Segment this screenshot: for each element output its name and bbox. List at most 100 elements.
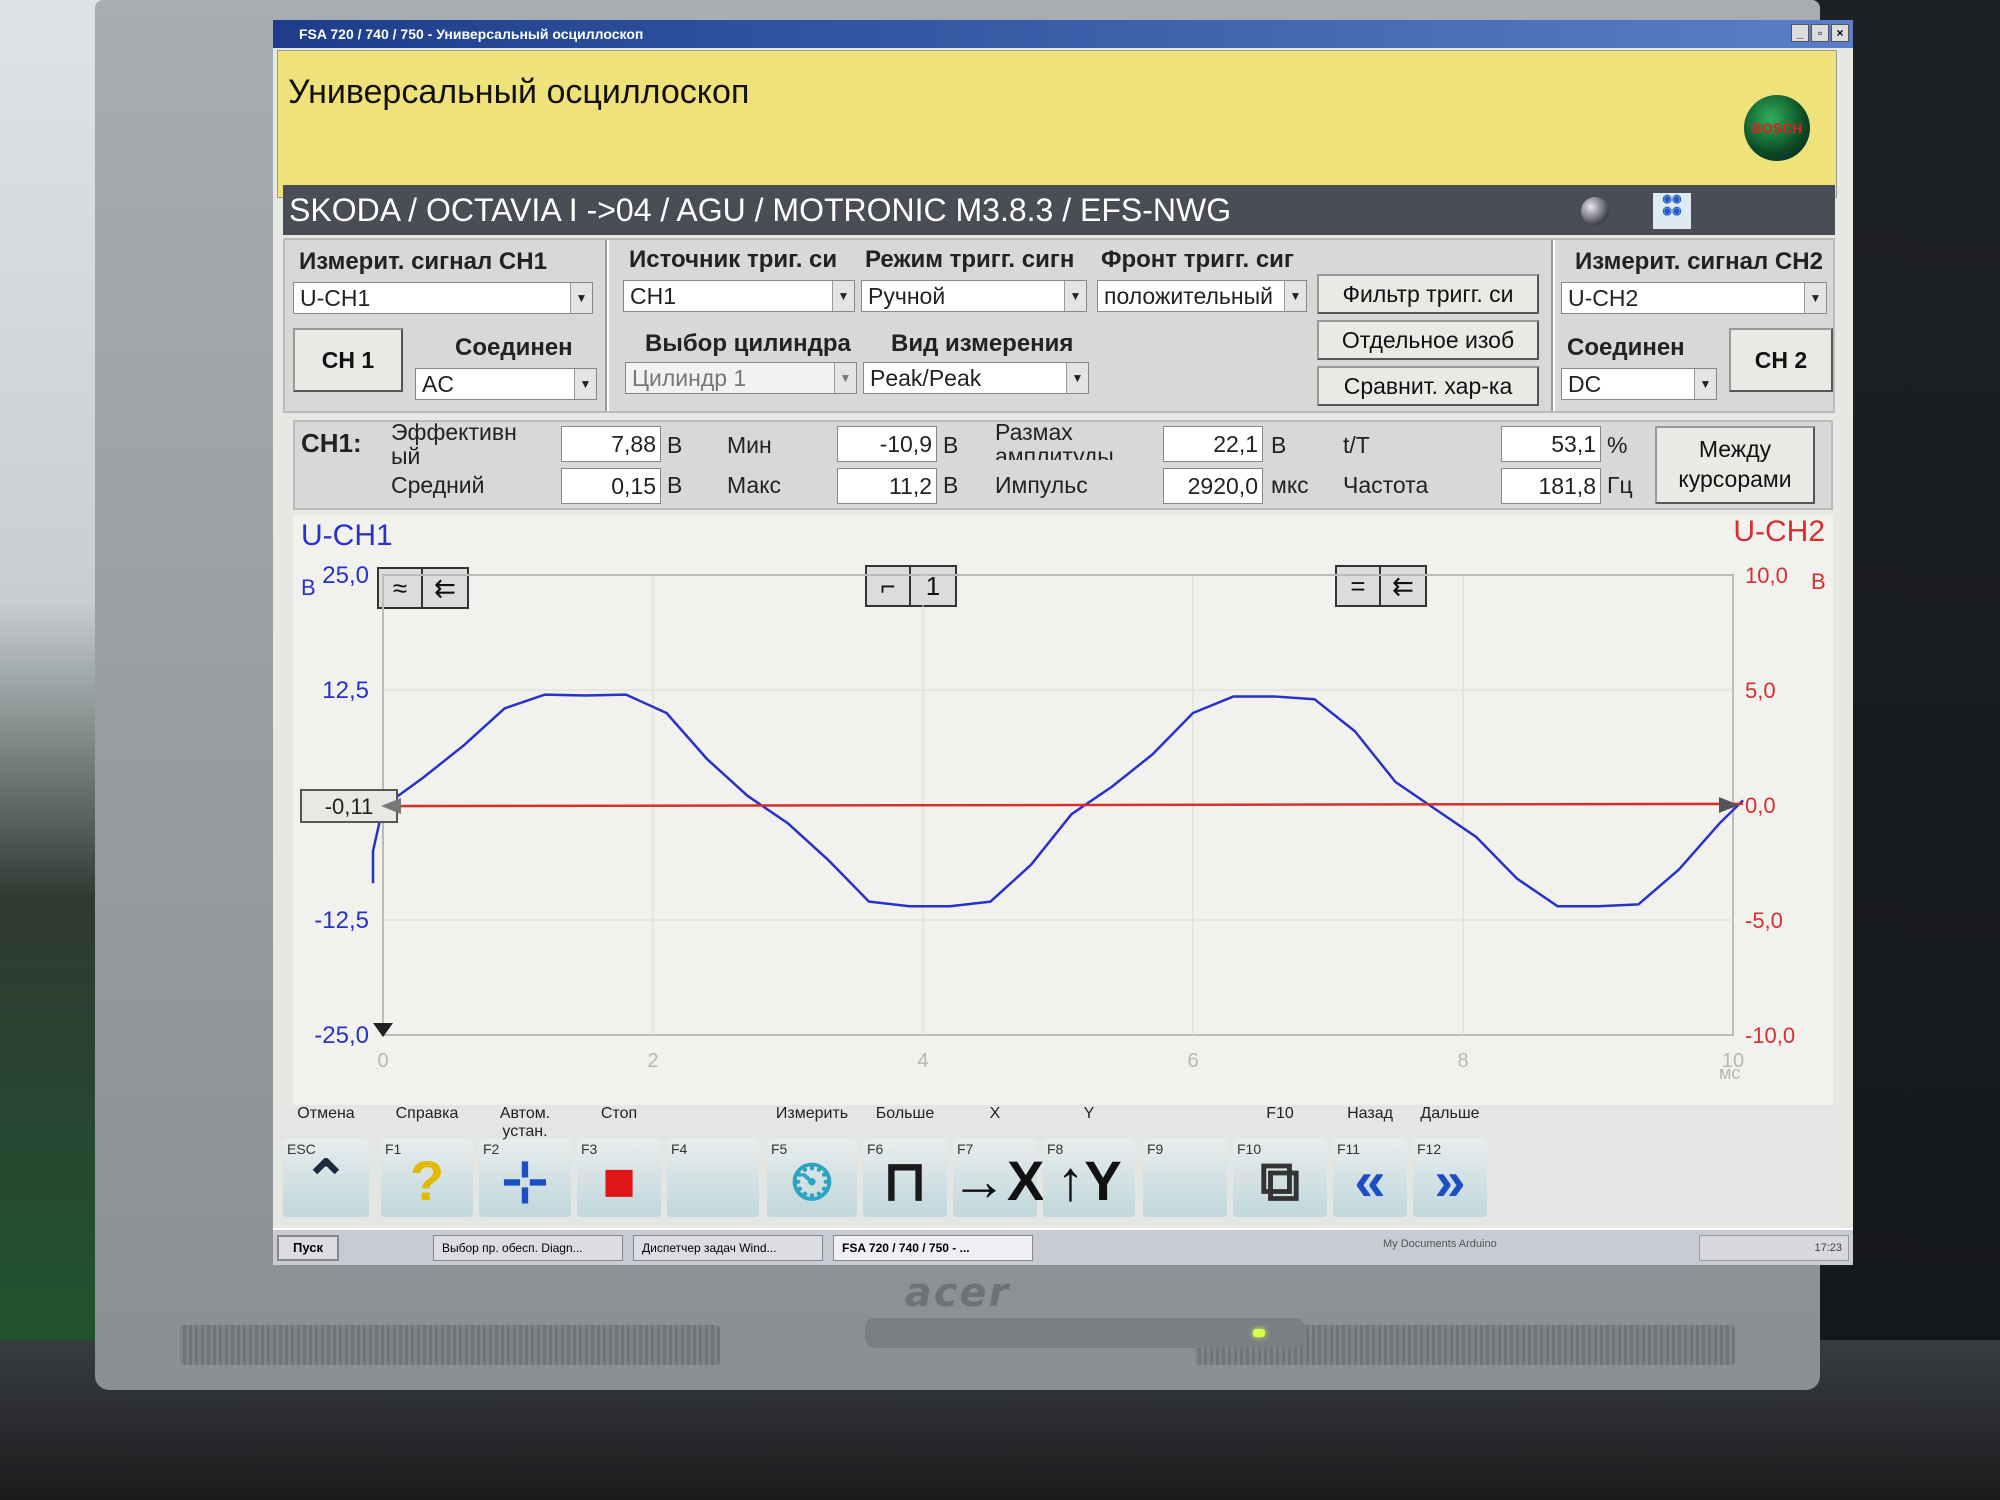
window-titlebar: FSA 720 / 740 / 750 - Универсальный осци…	[273, 20, 1853, 48]
vehicle-path-bar: SKODA / OCTAVIA I ->04 / AGU / MOTRONIC …	[283, 185, 1835, 235]
ch1-button[interactable]: CH 1	[293, 328, 403, 392]
x-tick-label: 0	[377, 1050, 388, 1072]
fkey-label: Стоп	[600, 1105, 638, 1122]
fkey-f3[interactable]: Стоп F3 ■	[575, 1105, 663, 1225]
fkey-icon: ⌃	[302, 1149, 350, 1212]
amplitude-label: Размах амплитуды	[995, 420, 1114, 460]
fkey-f8[interactable]: Y F8 ↑Y	[1041, 1105, 1137, 1225]
fkey-f4[interactable]: F4	[665, 1105, 761, 1225]
quick-links[interactable]: My Documents Arduino	[1383, 1238, 1497, 1250]
single-shot-button[interactable]: Отдельное изоб	[1317, 320, 1539, 360]
max-label: Макс	[727, 472, 782, 498]
compare-button[interactable]: Сравнит. хар-ка	[1317, 366, 1539, 406]
fkey-f5[interactable]: Измерить F5 ⏲	[765, 1105, 859, 1225]
chevron-down-icon: ▼	[832, 281, 854, 311]
duty-unit: %	[1607, 432, 1628, 458]
fkey-icon: ⊓	[883, 1149, 927, 1212]
ch1-coupling-select[interactable]: AC ▼	[415, 368, 597, 400]
clock: 17:23	[1814, 1242, 1842, 1254]
scope-plot[interactable]: 25,0 12,5 -12,5 -25,0 10,0 5,0 0,0 -5,0 -10,0 0 2 4…	[293, 515, 1833, 1105]
taskbar-task-manager[interactable]: Диспетчер задач Wind...	[633, 1235, 823, 1261]
fkey-label: Дальше	[1420, 1105, 1480, 1122]
trigger-source-select[interactable]: CH1 ▼	[623, 280, 855, 312]
fkey-f10[interactable]: F10 F10 ⧉	[1231, 1105, 1329, 1225]
bosch-globe-logo: BOSCH	[1744, 95, 1810, 161]
x-tick-label: 2	[647, 1050, 658, 1072]
fkey-f11[interactable]: Назад F11 «	[1331, 1105, 1409, 1225]
fkey-f9[interactable]: F9	[1141, 1105, 1229, 1225]
between-cursors-button[interactable]: Между курсорами	[1655, 426, 1815, 504]
system-tray: 17:23	[1699, 1235, 1849, 1261]
trigger-mode-select[interactable]: Ручной ▼	[861, 280, 1087, 312]
pulse-value: 2920,0	[1163, 468, 1263, 504]
y-tick-label: 25,0	[322, 562, 369, 589]
window-buttons: _ ▫ ×	[1791, 24, 1849, 42]
ch1-coupling-label: Соединен	[455, 334, 573, 361]
chevron-down-icon: ▼	[1064, 281, 1086, 311]
monitor-brand-logo: acer	[904, 1270, 1011, 1316]
taskbar-task-fsa[interactable]: FSA 720 / 740 / 750 - ...	[833, 1235, 1033, 1261]
ch2-coupling-value: DC	[1568, 371, 1602, 397]
fkey-f12[interactable]: Дальше F12»	[1411, 1105, 1489, 1225]
fkey-esc[interactable]: Отмена ESC ⌃	[281, 1105, 371, 1225]
ch2-signal-value: U-CH2	[1568, 285, 1639, 311]
chevron-down-icon: ▼	[1694, 369, 1716, 399]
fkey-f2[interactable]: Автом. устан. F2 ⊹	[477, 1105, 573, 1225]
series-line-u-ch2	[372, 802, 1744, 808]
vehicle-path: SKODA / OCTAVIA I ->04 / AGU / MOTRONIC …	[289, 192, 1232, 228]
fkey-f6[interactable]: Больше F6 ⊓	[861, 1105, 949, 1225]
fkey-code: F4	[671, 1141, 688, 1157]
taskbar: Пуск Выбор пр. обесп. Diagn... Диспетчер…	[273, 1228, 1853, 1265]
x-tick-label: 6	[1187, 1050, 1198, 1072]
trigger-filter-button[interactable]: Фильтр тригг. си	[1317, 274, 1539, 314]
ch1-signal-select[interactable]: U-CH1 ▼	[293, 282, 593, 314]
minimize-button[interactable]: _	[1791, 24, 1809, 42]
x-tick-label: 8	[1457, 1050, 1468, 1072]
chevron-down-icon: ▼	[834, 363, 856, 393]
cylinder-label: Выбор цилиндра	[645, 330, 851, 357]
frequency-unit: Гц	[1607, 472, 1633, 498]
rms-value: 7,88	[561, 426, 661, 462]
window-title: FSA 720 / 740 / 750 - Универсальный осци…	[299, 26, 644, 42]
ch1-signal-label: Измерит. сигнал CH1	[299, 248, 547, 275]
avg-unit: В	[667, 472, 683, 498]
fkey-f1[interactable]: Справка F1?	[379, 1105, 475, 1225]
fkey-icon: ⧉	[1260, 1149, 1300, 1212]
fkey-label: Измерить	[775, 1105, 849, 1122]
fkey-icon: «	[1354, 1149, 1386, 1212]
fkey-label: Больше	[875, 1105, 935, 1122]
x-tick-label: 4	[917, 1050, 928, 1072]
monitor-bezel: acer FSA 720 / 740 / 750 - Универсальный…	[95, 0, 1853, 1390]
start-button[interactable]: Пуск	[277, 1235, 339, 1261]
measure-type-value: Peak/Peak	[870, 365, 982, 391]
ch2-offset-arrow-icon	[1719, 797, 1739, 813]
ch2-coupling-select[interactable]: DC ▼	[1561, 368, 1717, 400]
trigger-edge-select[interactable]: положительный ▼	[1097, 280, 1307, 312]
monitor-control-buttons[interactable]	[865, 1318, 1305, 1348]
measure-channel-label: CH1:	[301, 428, 362, 458]
avg-value: 0,15	[561, 468, 661, 504]
measure-type-select[interactable]: Peak/Peak ▼	[863, 362, 1089, 394]
x-unit-label: мс	[1719, 1063, 1740, 1083]
y2-tick-label: -5,0	[1745, 908, 1783, 933]
vci-logo-icon: ◉◉ ◉◉	[1653, 193, 1691, 229]
chevron-down-icon: ▼	[574, 369, 596, 399]
ch1-offset-value: -0,11	[325, 794, 374, 819]
fkey-f7[interactable]: X F7 →X	[951, 1105, 1044, 1225]
y-tick-label: -12,5	[314, 907, 369, 934]
ch2-button[interactable]: CH 2	[1729, 328, 1833, 392]
taskbar-task-diagnostics[interactable]: Выбор пр. обесп. Diagn...	[433, 1235, 623, 1261]
cylinder-select[interactable]: Цилиндр 1 ▼	[625, 362, 857, 394]
maximize-button[interactable]: ▫	[1811, 24, 1829, 42]
duty-value: 53,1	[1501, 426, 1601, 462]
fkey-icon: »	[1434, 1149, 1466, 1212]
chevron-down-icon: ▼	[1284, 281, 1306, 311]
close-button[interactable]: ×	[1831, 24, 1849, 42]
divider	[605, 240, 609, 411]
oscilloscope-graph[interactable]: U-CH1 U-CH2 ≈ ⇇ ⌐ 1 = ⇇ 25,0 12,5 -12,5 -25…	[293, 515, 1833, 1105]
ch2-signal-select[interactable]: U-CH2 ▼	[1561, 282, 1827, 314]
fkey-code: F9	[1147, 1141, 1164, 1157]
measurements-panel: CH1: Эффективн ый 7,88 В Средний 0,15 В …	[293, 420, 1833, 510]
max-unit: В	[943, 472, 959, 498]
fkey-label: Y	[1083, 1105, 1095, 1122]
